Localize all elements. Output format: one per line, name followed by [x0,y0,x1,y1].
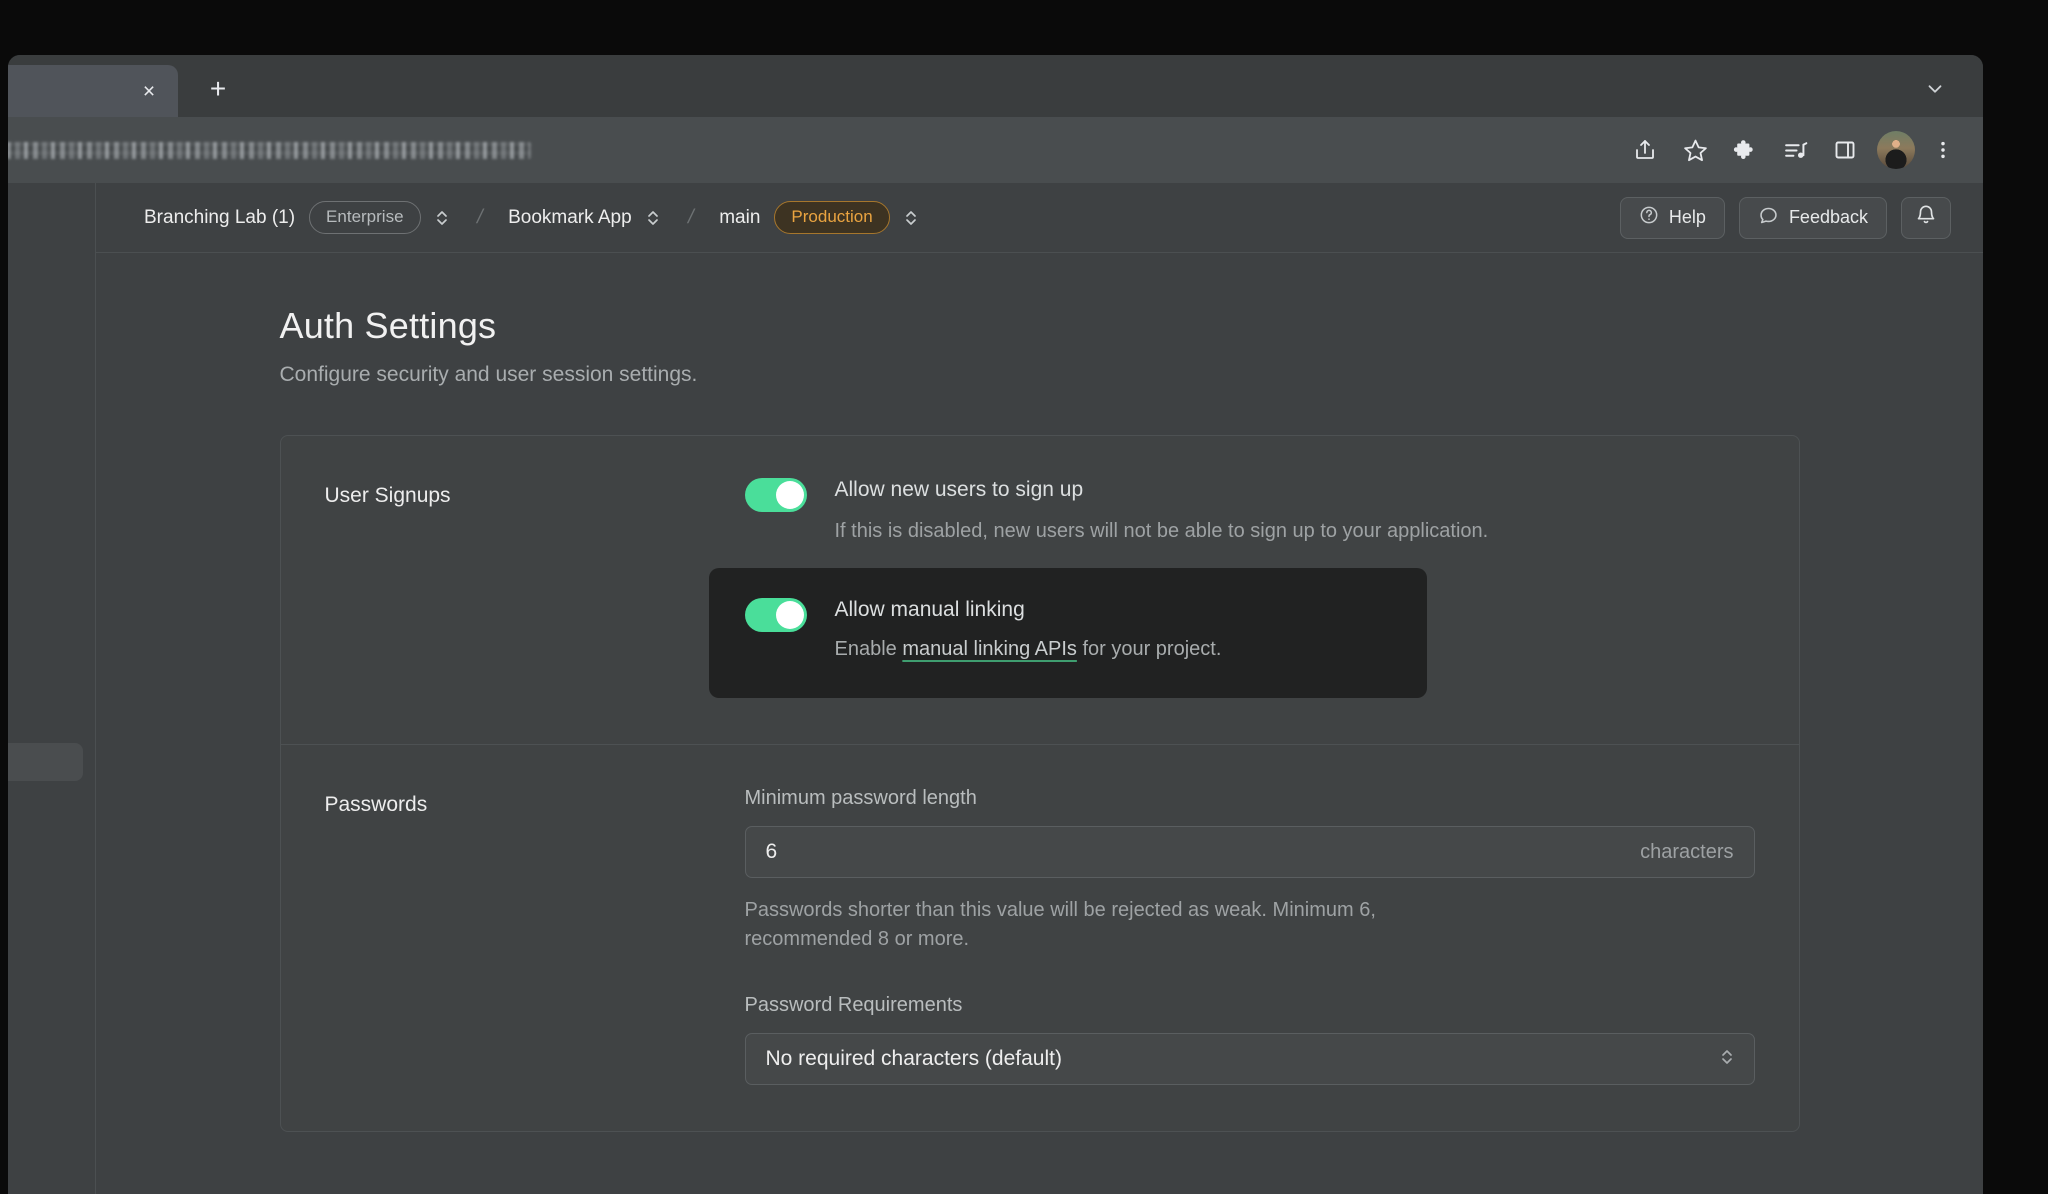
app-root: Branching Lab (1) Enterprise / Bookmark … [8,183,1983,1194]
browser-toolbar [8,117,1983,183]
manual-linking-desc-prefix: Enable [834,638,903,661]
settings-card: User Signups Allow new users to sign up [279,435,1800,1133]
breadcrumb-branch-name[interactable]: main [719,207,760,229]
browser-tab-title: e [8,81,134,101]
section-body-user-signups: Allow new users to sign up If this is di… [708,478,1755,699]
bell-icon [1915,204,1937,231]
new-tab-icon[interactable]: + [198,69,238,109]
feedback-button[interactable]: Feedback [1738,196,1887,239]
org-plan-badge[interactable]: Enterprise [309,201,421,234]
min-password-length-suffix: characters [1640,840,1734,863]
media-playlist-icon[interactable] [1773,128,1817,172]
side-panel-icon[interactable] [1823,128,1867,172]
min-password-length-value: 6 [765,840,778,864]
help-button[interactable]: Help [1619,196,1725,239]
breadcrumb-separator: / [474,206,485,228]
share-icon[interactable] [1623,128,1667,172]
branch-selector-chevrons-icon[interactable] [902,207,920,229]
app-left-rail [8,183,96,1194]
branch-production-badge[interactable]: Production [774,201,890,234]
bookmark-star-icon[interactable] [1673,128,1717,172]
content-scroll-area[interactable]: Auth Settings Configure security and use… [96,253,1983,1194]
browser-tab-strip: e × + [8,55,1983,117]
extensions-puzzle-icon[interactable] [1723,128,1767,172]
blurred-url-text [8,141,531,159]
help-button-label: Help [1668,207,1706,227]
field-group-min-password-length: Minimum password length 6 characters Pas… [744,787,1755,954]
allow-signup-text: Allow new users to sign up If this is di… [835,478,1755,546]
page-title: Auth Settings [279,305,497,346]
sidebar-item-highlight[interactable] [8,743,83,781]
notifications-button[interactable] [1901,196,1951,239]
toggle-knob [775,481,804,509]
section-body-passwords: Minimum password length 6 characters Pas… [744,787,1755,1086]
manual-linking-toggle[interactable] [744,598,807,633]
section-label-passwords: Passwords [324,793,428,817]
manual-linking-apis-link[interactable]: manual linking APIs [902,638,1077,660]
close-icon[interactable]: × [134,76,164,106]
browser-tab[interactable]: e × [8,65,178,117]
manual-linking-title: Allow manual linking [834,598,1025,622]
manual-linking-panel: Allow manual linking Enable manual linki… [708,568,1427,699]
allow-signup-description: If this is disabled, new users will not … [834,520,1489,543]
manual-linking-text: Allow manual linking Enable manual linki… [835,598,1393,664]
chevron-down-icon[interactable] [1917,71,1953,107]
browser-window: e × + [8,55,1983,1194]
feedback-button-label: Feedback [1788,207,1868,227]
breadcrumb-org-name[interactable]: Branching Lab (1) [144,207,295,229]
content-inner: Auth Settings Configure security and use… [279,253,1800,1133]
field-group-password-requirements: Password Requirements No required charac… [744,994,1755,1086]
speech-bubble-icon [1758,205,1779,231]
section-label-user-signups: User Signups [324,484,451,507]
app-header: Branching Lab (1) Enterprise / Bookmark … [96,183,1983,253]
app-main: Branching Lab (1) Enterprise / Bookmark … [96,183,1983,1194]
toggle-knob [775,601,804,630]
password-requirements-select[interactable]: No required characters (default) [744,1033,1755,1086]
address-bar[interactable] [8,128,1617,172]
min-password-length-label: Minimum password length [744,787,977,810]
project-selector-chevrons-icon[interactable] [644,207,662,229]
page-subtitle: Configure security and user session sett… [279,363,698,386]
allow-signup-row: Allow new users to sign up If this is di… [744,478,1755,546]
manual-linking-row: Allow manual linking Enable manual linki… [744,598,1393,664]
allow-signup-title: Allow new users to sign up [834,478,1084,501]
manual-linking-desc-suffix: for your project. [1076,638,1222,661]
breadcrumb-project-name[interactable]: Bookmark App [508,207,632,229]
min-password-length-help: Passwords shorter than this value will b… [744,899,1376,951]
browser-menu-icon[interactable] [1921,128,1965,172]
question-circle-icon [1639,205,1659,230]
profile-avatar[interactable] [1877,131,1915,169]
section-passwords: Passwords Minimum password length 6 char… [280,744,1799,1131]
breadcrumb-separator: / [685,206,696,228]
manual-linking-description: Enable manual linking APIs for your proj… [835,635,1393,664]
allow-signup-toggle[interactable] [744,478,807,512]
section-user-signups: User Signups Allow new users to sign up [281,436,1799,744]
min-password-length-input[interactable]: 6 characters [744,826,1755,879]
password-requirements-value: No required characters (default) [765,1047,1062,1071]
desktop-backdrop: e × + [0,0,2048,1194]
org-selector-chevrons-icon[interactable] [433,207,451,229]
password-requirements-label: Password Requirements [744,994,963,1017]
select-chevrons-icon [1718,1045,1736,1074]
